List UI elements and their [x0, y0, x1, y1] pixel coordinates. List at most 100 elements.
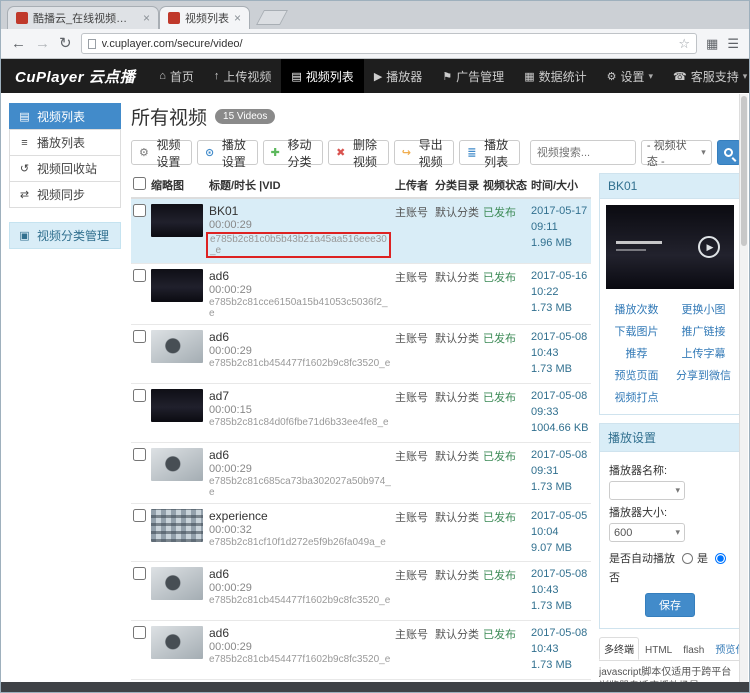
- nav-item-upload-video[interactable]: ↑上传视频: [204, 59, 282, 93]
- sidebar-item-playlist[interactable]: ≡播放列表: [9, 129, 121, 156]
- video-thumbnail[interactable]: [151, 567, 203, 600]
- video-category: 默认分类: [433, 562, 481, 621]
- select-all-checkbox[interactable]: [133, 177, 146, 190]
- video-thumbnail[interactable]: [151, 269, 203, 302]
- sidebar-item-video-recycle[interactable]: ↺视频回收站: [9, 155, 121, 182]
- video-title[interactable]: ad6: [209, 330, 391, 344]
- browser-menu-icon[interactable]: ☰: [727, 36, 739, 52]
- link-share-wechat[interactable]: 分享到微信: [671, 367, 736, 383]
- table-row[interactable]: ad600:00:29e785b2c81cb454477f1602b9c8fc3…: [131, 562, 591, 621]
- brand-logo[interactable]: CuPlayer 云点播: [1, 59, 149, 93]
- browser-tab-1[interactable]: 酷播云_在线视频全终端 ×: [7, 6, 159, 29]
- settings-menu[interactable]: ⚙ 设置 ▾: [597, 59, 663, 93]
- video-settings-button[interactable]: ⚙视频设置: [131, 140, 192, 165]
- link-preview-page[interactable]: 预览页面: [604, 367, 669, 383]
- move-category-button[interactable]: ✚移动分类: [263, 140, 324, 165]
- table-row[interactable]: ad600:00:29e785b2c81cce6150a15b41053c503…: [131, 264, 591, 325]
- link-recommend[interactable]: 推荐: [604, 345, 669, 361]
- video-title[interactable]: BK01: [209, 204, 391, 218]
- video-thumbnail[interactable]: [151, 330, 203, 363]
- search-button[interactable]: [717, 140, 741, 165]
- sidebar-item-video-sync[interactable]: ⇄视频同步: [9, 181, 121, 208]
- video-list-icon: ▤: [291, 70, 301, 83]
- nav-item-ad-manage[interactable]: ⚑广告管理: [432, 59, 514, 93]
- autoplay-yes-radio[interactable]: [682, 553, 693, 564]
- sidebar-item-video-category-manage[interactable]: ▣视频分类管理: [9, 222, 121, 249]
- video-category: 默认分类: [433, 442, 481, 503]
- bookmark-star-icon[interactable]: ☆: [678, 36, 690, 52]
- row-checkbox[interactable]: [133, 448, 146, 461]
- extensions-icon[interactable]: ▦: [706, 36, 718, 52]
- video-thumbnail[interactable]: [151, 626, 203, 659]
- delete-video-button[interactable]: ✖删除视频: [328, 140, 389, 165]
- link-video-marker[interactable]: 视频打点: [604, 389, 669, 405]
- code-tab-html[interactable]: HTML: [640, 641, 677, 660]
- video-title[interactable]: ad7: [209, 389, 391, 403]
- link-promo-link[interactable]: 推广链接: [671, 323, 736, 339]
- row-checkbox[interactable]: [133, 509, 146, 522]
- search-input[interactable]: [530, 140, 636, 165]
- upload-video-icon: ↑: [214, 70, 220, 82]
- video-date: 2017-05-05: [531, 509, 589, 525]
- table-row[interactable]: ad600:00:29e785b2c81cb454477f1602b9c8fc3…: [131, 621, 591, 680]
- video-thumbnail[interactable]: [151, 509, 203, 542]
- video-date: 2017-05-17: [531, 204, 589, 220]
- new-tab-button[interactable]: [256, 10, 288, 25]
- row-checkbox[interactable]: [133, 567, 146, 580]
- support-menu[interactable]: ☎ 客服支持 ▾: [663, 59, 750, 93]
- sidebar-item-video-list[interactable]: ▤视频列表: [9, 103, 121, 130]
- playlist-button[interactable]: ≣播放列表: [459, 140, 520, 165]
- row-checkbox[interactable]: [133, 204, 146, 217]
- player-name-select[interactable]: ▾: [609, 481, 685, 500]
- table-row[interactable]: ad700:00:15e785b2c81c84d0f6fbe71d6b33ee4…: [131, 383, 591, 442]
- video-uploader: 主账号: [393, 621, 433, 680]
- video-title[interactable]: ad6: [209, 448, 391, 462]
- tab-close-icon[interactable]: ×: [143, 12, 150, 24]
- browser-tab-2[interactable]: 视频列表 ×: [159, 6, 250, 29]
- video-status: 已发布: [481, 198, 529, 264]
- video-preview[interactable]: ▶: [606, 205, 734, 289]
- export-video-button[interactable]: ↪导出视频: [394, 140, 455, 165]
- row-checkbox[interactable]: [133, 389, 146, 402]
- table-row[interactable]: ad600:00:29e785b2c81cb454477f1602b9c8fc3…: [131, 325, 591, 384]
- back-icon[interactable]: ←: [11, 36, 26, 51]
- page-scrollbar[interactable]: [739, 94, 748, 682]
- code-tab-multi-terminal[interactable]: 多终端: [599, 637, 639, 660]
- save-button[interactable]: 保存: [645, 593, 695, 617]
- video-thumbnail[interactable]: [151, 204, 203, 237]
- table-row[interactable]: BK0100:00:29e785b2c81c0b5b43b21a45aa516e…: [131, 198, 591, 264]
- video-title[interactable]: experience: [209, 509, 391, 523]
- autoplay-no-radio[interactable]: [715, 553, 726, 564]
- video-vid: e785b2c81cce6150a15b41053c5036f2_e: [209, 297, 391, 319]
- row-checkbox[interactable]: [133, 626, 146, 639]
- table-row[interactable]: experience00:00:32e785b2c81cf10f1d272e5f…: [131, 503, 591, 562]
- refresh-icon[interactable]: ↻: [59, 36, 72, 51]
- code-tab-preview-code[interactable]: 预览代码: [710, 637, 741, 660]
- row-checkbox[interactable]: [133, 269, 146, 282]
- row-checkbox[interactable]: [133, 330, 146, 343]
- tab-close-icon[interactable]: ×: [234, 12, 241, 24]
- video-title[interactable]: ad6: [209, 567, 391, 581]
- forward-icon[interactable]: →: [35, 36, 50, 51]
- video-title[interactable]: ad6: [209, 626, 391, 640]
- play-icon[interactable]: ▶: [698, 236, 720, 258]
- browser-tabstrip: 酷播云_在线视频全终端 × 视频列表 ×: [1, 1, 749, 29]
- nav-item-home[interactable]: ⌂首页: [149, 59, 204, 93]
- link-upload-subtitle[interactable]: 上传字幕: [671, 345, 736, 361]
- link-change-thumb[interactable]: 更换小图: [671, 301, 736, 317]
- url-bar[interactable]: v.cuplayer.com/secure/video/ ☆: [81, 33, 697, 54]
- play-settings-button[interactable]: ⊙播放设置: [197, 140, 258, 165]
- video-title[interactable]: ad6: [209, 269, 391, 283]
- video-thumbnail[interactable]: [151, 448, 203, 481]
- video-thumbnail[interactable]: [151, 389, 203, 422]
- player-size-select[interactable]: 600 ▾: [609, 523, 685, 542]
- scrollbar-thumb[interactable]: [741, 96, 747, 246]
- nav-item-statistics[interactable]: ▦数据统计: [514, 59, 596, 93]
- nav-item-player[interactable]: ▶播放器: [364, 59, 432, 93]
- link-download-image[interactable]: 下载图片: [604, 323, 669, 339]
- link-play-count[interactable]: 播放次数: [604, 301, 669, 317]
- nav-item-video-list[interactable]: ▤视频列表: [281, 59, 363, 93]
- video-status-select[interactable]: - 视频状态 - ▾: [641, 140, 712, 165]
- table-row[interactable]: ad600:00:29e785b2c81c685ca73ba302027a50b…: [131, 442, 591, 503]
- code-tab-flash[interactable]: flash: [678, 641, 709, 660]
